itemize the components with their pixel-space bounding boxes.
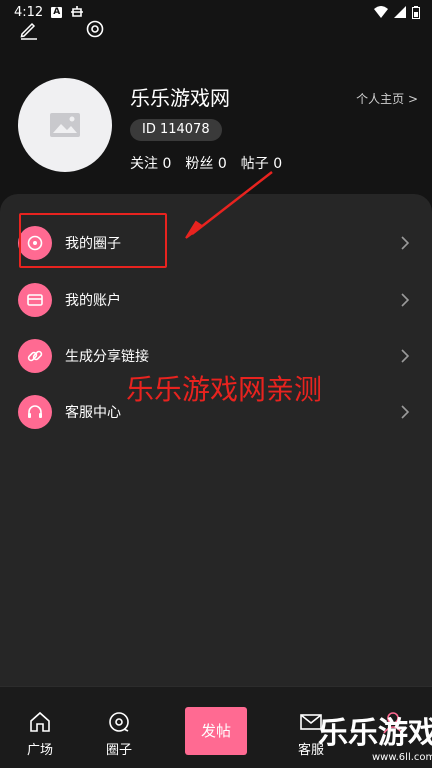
id-badge: ID 114078 [130, 119, 222, 141]
notification-bug-icon [71, 6, 84, 17]
circle-tab-icon [109, 712, 129, 732]
menu-label: 客服中心 [65, 405, 121, 421]
chevron-right-icon [401, 349, 410, 363]
watermark-logo: 乐乐游戏 [318, 716, 432, 751]
edit-icon[interactable] [18, 18, 40, 40]
top-toolbar [18, 18, 106, 40]
chevron-right-icon [401, 405, 410, 419]
avatar[interactable] [18, 78, 112, 172]
tab-circle[interactable]: 圈子 [89, 709, 149, 758]
stat-follow[interactable]: 关注 0 [130, 153, 171, 173]
link-icon [18, 339, 52, 373]
menu-label: 我的账户 [65, 293, 121, 309]
menu-item-my-account[interactable]: 我的账户 [0, 277, 432, 323]
chevron-right-icon [401, 293, 410, 307]
annotation-highlight-box [19, 213, 167, 268]
tab-label: 圈子 [105, 743, 132, 758]
wifi-icon [374, 6, 388, 18]
tab-plaza[interactable]: 广场 [10, 709, 70, 758]
post-button[interactable]: 发帖 [185, 707, 247, 755]
annotation-arrow [185, 171, 273, 239]
annotation-text: 乐乐游戏网亲测 [126, 373, 323, 406]
watermark-url: www.6ll.com [372, 752, 432, 763]
chevron-right-icon [401, 236, 410, 250]
profile-name: 乐乐游戏网 [130, 86, 230, 110]
battery-icon [412, 5, 420, 19]
homepage-link[interactable]: 个人主页 > [356, 90, 418, 107]
home-icon [30, 711, 50, 732]
wallet-icon [18, 283, 52, 317]
signal-icon [394, 6, 406, 18]
headset-icon [18, 395, 52, 429]
image-placeholder-icon [50, 113, 80, 137]
menu-label: 生成分享链接 [65, 349, 149, 365]
tab-label: 广场 [26, 743, 53, 758]
notification-a-icon: A [51, 6, 63, 18]
settings-icon[interactable] [84, 18, 106, 40]
profile-header: 乐乐游戏网 个人主页 > ID 114078 关注 0 粉丝 0 帖子 0 [18, 78, 418, 178]
